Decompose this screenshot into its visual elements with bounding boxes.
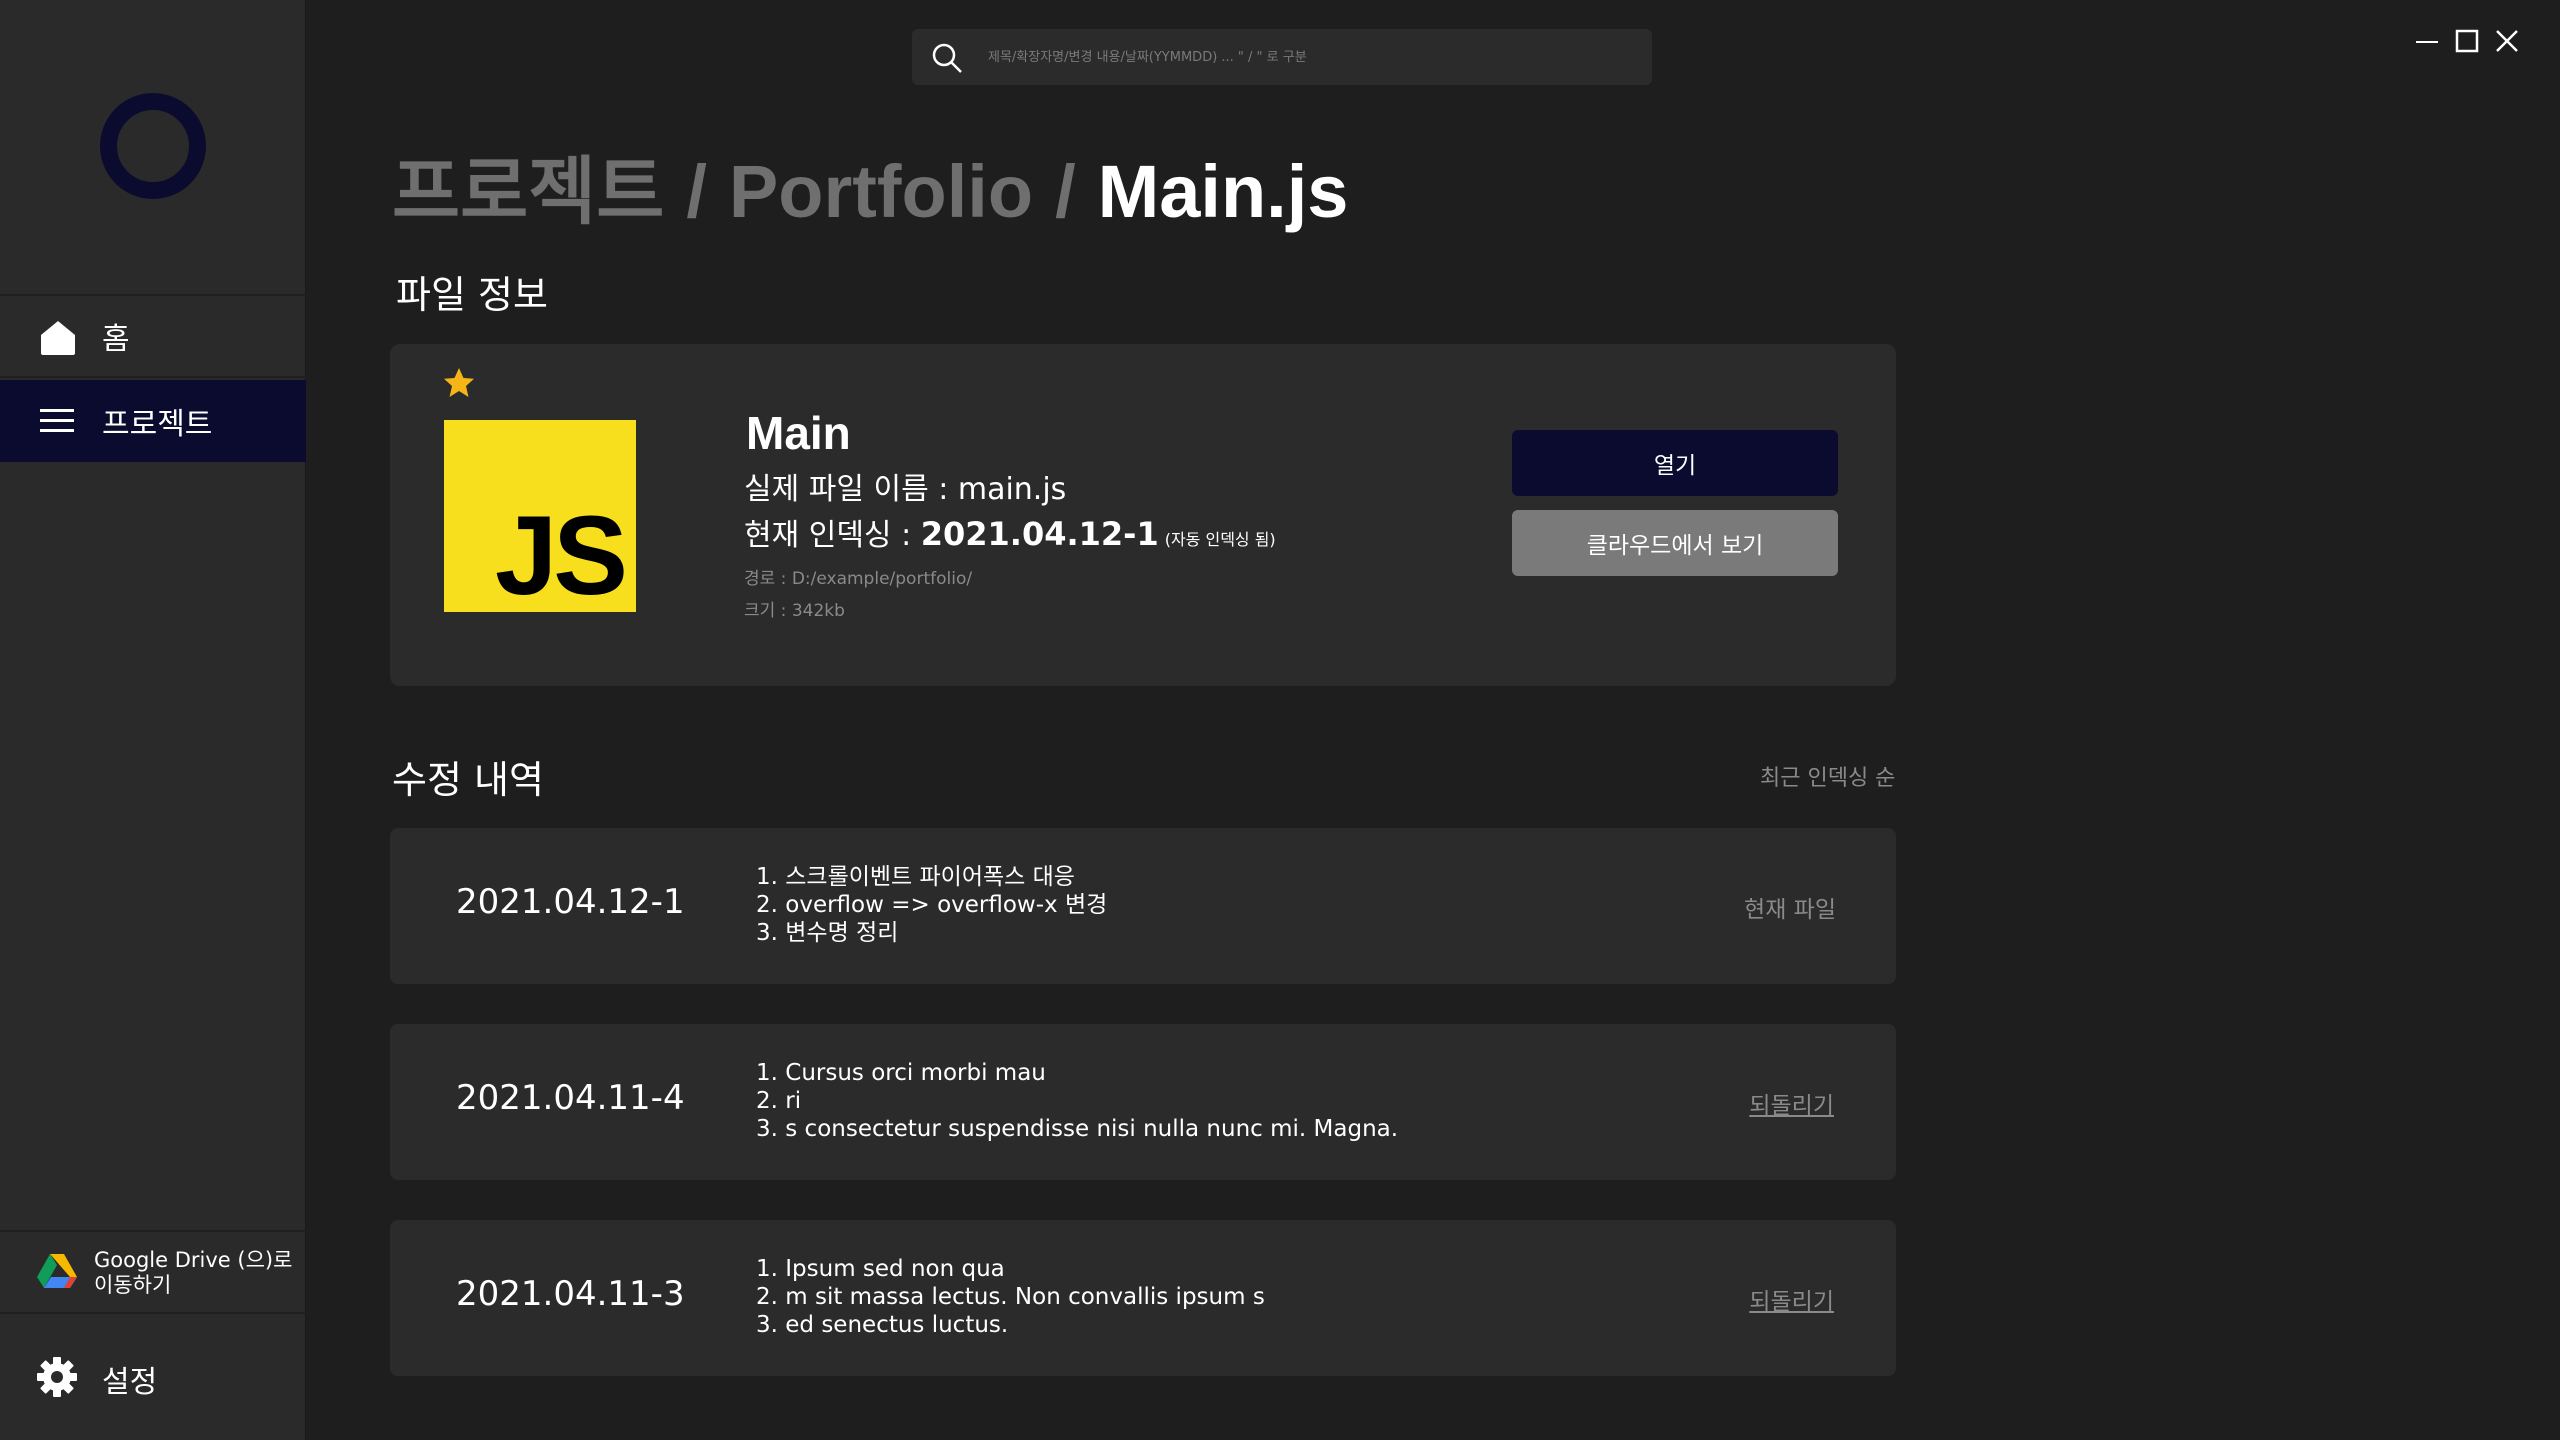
history-row: 2021.04.11-4 1. Cursus orci morbi mau 2.… (390, 1024, 1896, 1180)
minimize-icon[interactable] (2412, 26, 2442, 56)
sidebar-item-home[interactable]: 홈 (0, 296, 306, 378)
revision-notes: 1. 스크롤이벤트 파이어폭스 대응 2. overflow => overfl… (756, 863, 1107, 947)
revision-note: 1. Ipsum sed non qua (756, 1256, 1005, 1282)
file-size: 크기 : 342kb (744, 601, 845, 621)
home-icon (41, 321, 75, 355)
google-drive-icon (37, 1254, 77, 1288)
breadcrumb-current: Main.js (1097, 150, 1349, 233)
revert-link[interactable]: 되돌리기 (1749, 1086, 1834, 1120)
maximize-icon[interactable] (2452, 26, 2482, 56)
breadcrumb-portfolio[interactable]: Portfolio (729, 149, 1033, 234)
view-in-cloud-button[interactable]: 클라우드에서 보기 (1512, 510, 1838, 576)
search-icon[interactable] (930, 41, 964, 75)
revision-note: 2. ri (756, 1088, 802, 1114)
file-info-heading: 파일 정보 (396, 273, 548, 317)
indexing-note: (자동 인덱싱 됨) (1164, 530, 1276, 549)
sidebar: 홈 프로젝트 Google Drive (으)로 이동하기 설정 (0, 0, 306, 1440)
google-drive-link[interactable]: Google Drive (으)로 이동하기 (0, 1230, 306, 1314)
revision-note: 1. Cursus orci morbi mau (756, 1060, 1046, 1086)
search-input[interactable] (988, 41, 1628, 73)
file-info-card: JS Main 실제 파일 이름 : main.js 현재 인덱싱 : 2021… (390, 344, 1896, 686)
menu-icon (40, 409, 74, 432)
revert-link[interactable]: 되돌리기 (1749, 1282, 1834, 1316)
open-button[interactable]: 열기 (1512, 430, 1838, 496)
revision-notes: 1. Ipsum sed non qua 2. m sit massa lect… (756, 1255, 1265, 1339)
sidebar-item-project[interactable]: 프로젝트 (0, 380, 306, 462)
revision-note: 3. s consectetur suspendisse nisi nulla … (756, 1116, 1399, 1142)
history-heading: 수정 내역 (392, 758, 544, 802)
search-bar (912, 29, 1652, 85)
sidebar-item-settings[interactable]: 설정 (0, 1340, 306, 1420)
sidebar-item-label: 홈 (102, 322, 130, 357)
google-drive-label: Google Drive (으)로 이동하기 (94, 1248, 293, 1297)
current-indexing: 현재 인덱싱 : 2021.04.12-1 (자동 인덱싱 됨) (744, 510, 1276, 554)
breadcrumb-project[interactable]: 프로젝트 (392, 132, 664, 239)
current-file-label: 현재 파일 (1744, 897, 1836, 923)
file-type-label: JS (495, 493, 628, 618)
breadcrumb: 프로젝트 / Portfolio / Main.js (392, 132, 1348, 233)
revision-note: 3. 변수명 정리 (756, 920, 899, 946)
revision-note: 2. m sit massa lectus. Non convallis ips… (756, 1284, 1265, 1310)
history-row: 2021.04.12-1 1. 스크롤이벤트 파이어폭스 대응 2. overf… (390, 828, 1896, 984)
history-row: 2021.04.11-3 1. Ipsum sed non qua 2. m s… (390, 1220, 1896, 1376)
revision-date: 2021.04.11-3 (456, 1274, 685, 1314)
revision-note: 3. ed senectus luctus. (756, 1312, 1009, 1338)
star-icon[interactable] (442, 366, 476, 400)
app-logo (100, 93, 206, 199)
breadcrumb-separator: / (1055, 150, 1076, 233)
real-file-name: 실제 파일 이름 : main.js (744, 472, 1067, 507)
revision-notes: 1. Cursus orci morbi mau 2. ri 3. s cons… (756, 1059, 1398, 1143)
file-path: 경로 : D:/example/portfolio/ (744, 569, 973, 589)
revision-date: 2021.04.11-4 (456, 1078, 685, 1118)
file-name: Main (746, 407, 851, 459)
sort-label[interactable]: 최근 인덱싱 순 (1760, 760, 1895, 792)
close-icon[interactable] (2492, 26, 2522, 56)
indexing-label: 현재 인덱싱 : (744, 518, 921, 553)
indexing-value: 2021.04.12-1 (920, 515, 1159, 553)
settings-label: 설정 (102, 1365, 158, 1400)
revision-note: 1. 스크롤이벤트 파이어폭스 대응 (756, 864, 1075, 890)
revision-note: 2. overflow => overflow-x 변경 (756, 892, 1108, 918)
gear-icon (37, 1357, 77, 1397)
js-file-icon: JS (444, 420, 636, 612)
logo-area (0, 0, 306, 296)
sidebar-item-label: 프로젝트 (102, 407, 213, 442)
revision-date: 2021.04.12-1 (456, 882, 685, 922)
breadcrumb-separator: / (686, 150, 707, 233)
